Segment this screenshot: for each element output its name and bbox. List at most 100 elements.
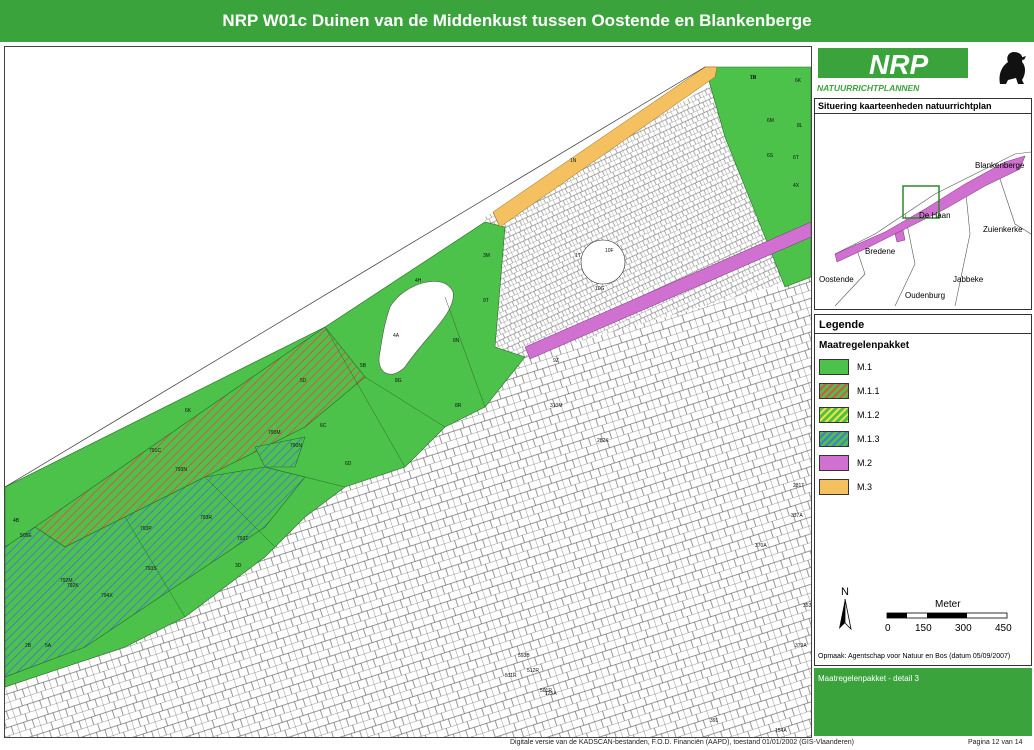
parcel-label: 6S	[767, 153, 774, 159]
parcel-label: 154A	[775, 728, 787, 734]
parcel-label: 790M	[268, 430, 281, 436]
parcel-label: 8R	[455, 403, 462, 409]
swatch-m13	[819, 431, 849, 447]
town-zuienkerke: Zuienkerke	[983, 225, 1023, 234]
situering-panel: Situering kaarteenheden natuurrichtplan …	[814, 98, 1032, 310]
parcel-label: 3M	[483, 253, 490, 259]
page-title: NRP W01c Duinen van de Middenkust tussen…	[0, 0, 1034, 44]
parcel-label: 790N	[290, 443, 302, 449]
footer-page: Pagina 12 van 14	[968, 739, 1023, 746]
swatch-m1	[819, 359, 849, 375]
parcel-label: 6M	[767, 118, 774, 124]
parcel-label: 6C	[320, 423, 327, 429]
legend-item-m12: M.1.2	[815, 403, 1031, 427]
parcel-label: 6T	[793, 155, 799, 161]
legend-item-m3: M.3	[815, 475, 1031, 499]
roundabout	[580, 239, 626, 285]
parcel-label: 4H	[415, 278, 422, 284]
footer-source: Digitale versie van de KADSCAN-bestanden…	[510, 739, 854, 746]
town-blankenberge: Blankenberge	[975, 161, 1025, 170]
detail-label: Maatregelenpakket - detail 3	[818, 674, 919, 683]
logo-area: NRP NATUURRICHTPLANNEN	[814, 46, 1032, 96]
parcel-label: 5D	[300, 378, 307, 384]
parcel-label: 6K	[185, 408, 192, 414]
parcel-label: 512R	[527, 668, 539, 674]
parcel-label: 511R	[505, 673, 517, 679]
situering-title: Situering kaarteenheden natuurrichtplan	[815, 99, 1031, 114]
parcel-label: 379A	[795, 643, 807, 649]
parcel-label: 282K	[597, 438, 609, 444]
legend-item-m2: M.2	[815, 451, 1031, 475]
parcel-label: 593B	[518, 653, 530, 659]
nrp-logo: NRP NATUURRICHTPLANNEN	[814, 46, 974, 93]
flemish-lion-icon	[999, 52, 1026, 84]
legend-panel: Legende Maatregelenpakket M.1 M.1.1 M.1.…	[814, 314, 1032, 666]
side-panel: NRP NATUURRICHTPLANNEN Situering kaartee…	[814, 46, 1032, 736]
parcel-label: 4X	[793, 183, 800, 189]
parcel-label: 3D	[235, 563, 242, 569]
scale-tick-150: 150	[915, 623, 932, 634]
swatch-m12	[819, 407, 849, 423]
parcel-label: 10G	[595, 286, 605, 292]
parcel-label: 370A	[755, 543, 767, 549]
scale-area: N Meter 0 150 300 450	[839, 586, 1012, 634]
parcel-label: 6K	[795, 78, 802, 84]
legend-title: Legende	[819, 319, 865, 331]
parcel-label: 1T	[575, 253, 581, 259]
parcel-label: 501R	[540, 688, 552, 694]
map-svg: 7H 6K6M8L6S 6T4X1N3M4H9T4A8N5D5B8G6K8R791C…	[5, 47, 811, 737]
parcel-label: 310M	[550, 403, 563, 409]
town-bredene: Bredene	[865, 247, 896, 256]
parcel-label: 793N	[175, 467, 187, 473]
town-jabbeke: Jabbeke	[953, 275, 984, 284]
parcel-label: 353	[803, 603, 811, 609]
swatch-m3	[819, 479, 849, 495]
logo-main-text: NRP	[869, 49, 928, 80]
parcel-label: 793T	[237, 536, 248, 542]
parcel-label: 2B	[25, 643, 32, 649]
scale-unit: Meter	[935, 599, 961, 610]
logo-sub-text: NATUURRICHTPLANNEN	[817, 83, 920, 93]
legend-item-m1: M.1	[815, 355, 1031, 379]
situering-map: Blankenberge De Haan Zuienkerke Bredene …	[815, 114, 1032, 307]
parcel-label: 791C	[149, 448, 161, 454]
parcel-label: 337A	[791, 513, 803, 519]
parcel-label: 792K	[67, 583, 79, 589]
parcel-label: 9Z	[553, 358, 559, 364]
parcel-label: 5A	[45, 643, 52, 649]
swatch-m11	[819, 383, 849, 399]
detail-box: Maatregelenpakket - detail 3	[814, 668, 1032, 736]
scale-tick-450: 450	[995, 623, 1012, 634]
parcel-label: 391	[710, 718, 719, 724]
swatch-m2	[819, 455, 849, 471]
scale-tick-0: 0	[885, 623, 891, 634]
parcel-label: 1E	[750, 75, 757, 81]
parcel-label: 793S	[145, 566, 157, 572]
legend-item-m13: M.1.3	[815, 427, 1031, 451]
scale-tick-300: 300	[955, 623, 972, 634]
parcel-label: 4A	[393, 333, 400, 339]
parcel-label: 8L	[797, 123, 803, 129]
legend-subtitle: Maatregelenpakket	[819, 340, 910, 351]
parcel-label: 281T	[793, 483, 804, 489]
map-canvas[interactable]: 7H 6K 6M 8L 6S 6T 4X 1N 3M 4H 9T 4A 8N 5D 5B 8G 6K 8R 791C…	[4, 46, 812, 738]
parcel-label: 793R	[200, 515, 212, 521]
parcel-label: 8N	[453, 338, 460, 344]
credit-text: Opmaak: Agentschap voor Natuur en Bos (d…	[818, 653, 1011, 660]
north-label: N	[841, 586, 849, 598]
parcel-label: 505E	[20, 533, 32, 539]
parcel-label: 794X	[101, 593, 113, 599]
town-oudenburg: Oudenburg	[905, 291, 945, 300]
town-dehaan: De Haan	[919, 211, 951, 220]
town-oostende: Oostende	[819, 275, 854, 284]
parcel-label: 9T	[483, 298, 489, 304]
parcel-label: 8G	[395, 378, 402, 384]
parcel-label: 793P	[140, 526, 152, 532]
parcel-label: 10F	[605, 248, 614, 254]
legend-item-m11: M.1.1	[815, 379, 1031, 403]
parcel-label: 5B	[360, 363, 367, 369]
parcel-label: 6D	[345, 461, 352, 467]
parcel-label: 4B	[13, 518, 20, 524]
north-arrow-icon: N	[839, 586, 852, 631]
parcel-label: 1N	[570, 158, 577, 164]
